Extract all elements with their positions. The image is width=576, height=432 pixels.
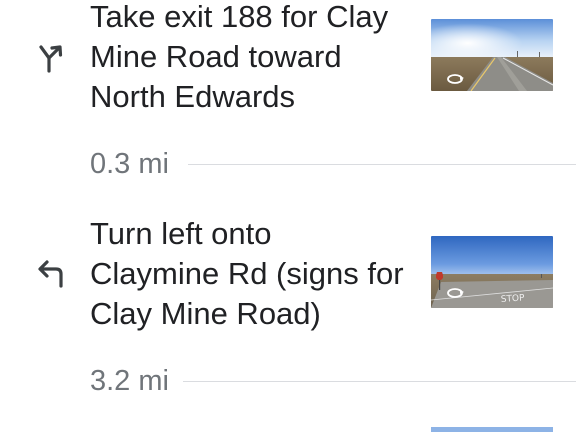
instruction-line: Claymine Rd (signs for bbox=[90, 256, 404, 291]
street-view-thumbnail[interactable] bbox=[431, 427, 553, 432]
street-view-thumbnail[interactable]: STOP bbox=[431, 236, 553, 308]
divider bbox=[188, 164, 576, 165]
direction-step-exit-188[interactable]: Take exit 188 for Clay Mine Road toward … bbox=[0, 0, 576, 140]
step-distance-row: 3.2 mi bbox=[0, 361, 576, 401]
turn-left-icon bbox=[34, 257, 68, 291]
step-distance: 0.3 mi bbox=[90, 148, 169, 180]
street-view-thumbnail[interactable] bbox=[431, 19, 553, 91]
step-instruction: Turn left onto Claymine Rd (signs for Cl… bbox=[90, 214, 420, 334]
instruction-line: Turn left onto bbox=[90, 216, 272, 251]
stop-road-marking: STOP bbox=[501, 293, 526, 305]
divider bbox=[183, 381, 576, 382]
instruction-line: Take exit 188 for Clay bbox=[90, 0, 389, 34]
instruction-line: North Edwards bbox=[90, 79, 296, 114]
step-distance-row: 0.3 mi bbox=[0, 144, 576, 184]
directions-list: Take exit 188 for Clay Mine Road toward … bbox=[0, 0, 576, 432]
step-instruction: Take exit 188 for Clay Mine Road toward … bbox=[90, 0, 420, 117]
instruction-line: Mine Road toward bbox=[90, 39, 342, 74]
slight-right-exit-icon bbox=[34, 41, 68, 75]
instruction-line: Clay Mine Road) bbox=[90, 296, 321, 331]
step-distance: 3.2 mi bbox=[90, 365, 169, 397]
direction-step-turn-left[interactable]: Turn left onto Claymine Rd (signs for Cl… bbox=[0, 214, 576, 354]
